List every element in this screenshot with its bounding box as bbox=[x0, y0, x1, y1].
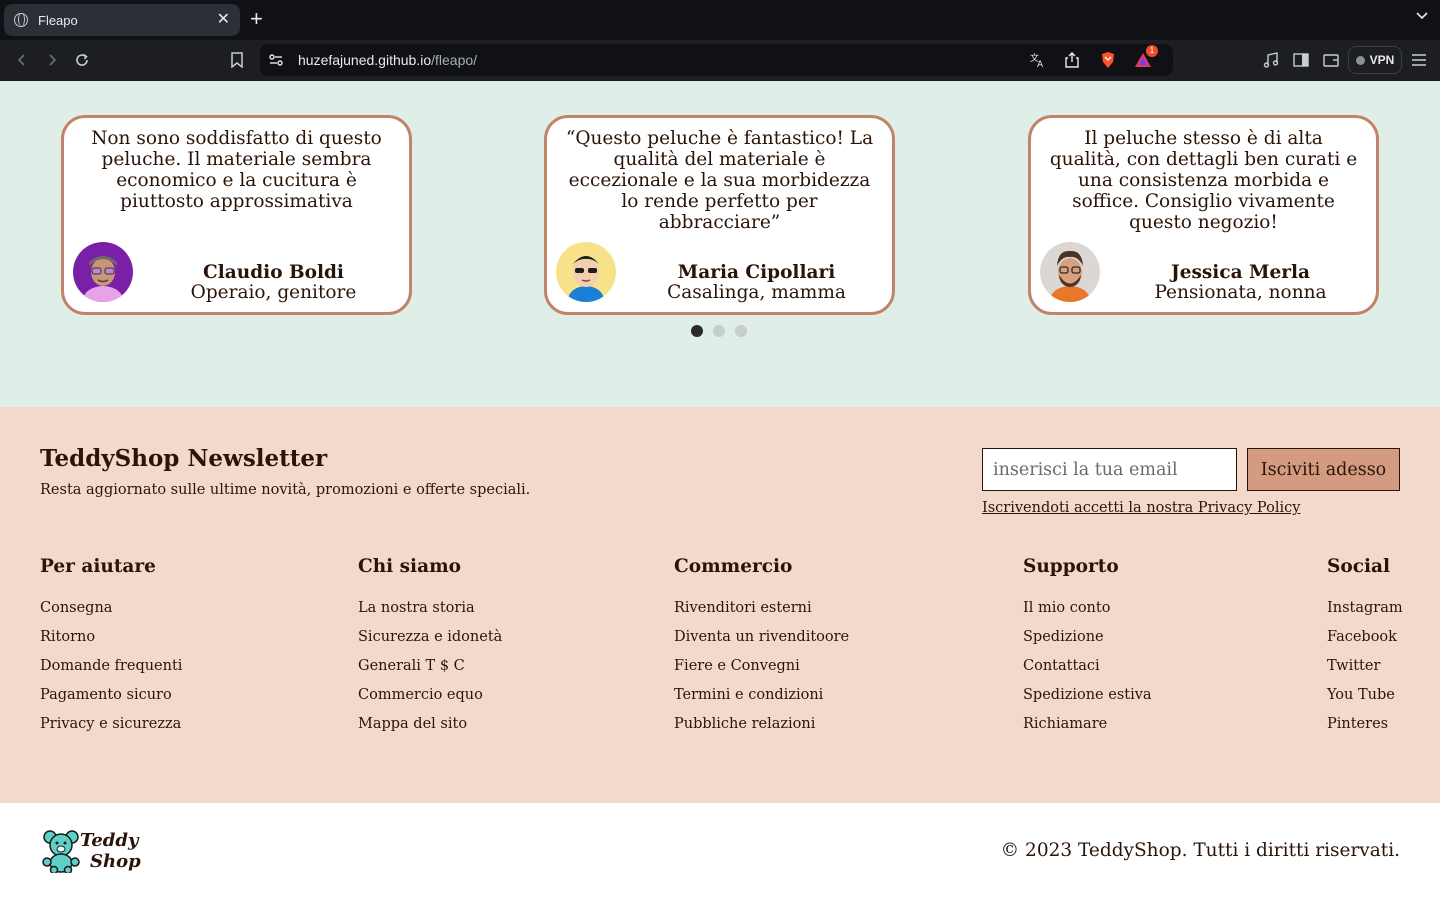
footer-column-title: Per aiutare bbox=[40, 556, 156, 577]
email-input[interactable] bbox=[982, 448, 1237, 491]
tab-title: Fleapo bbox=[38, 12, 78, 28]
browser-tab[interactable]: Fleapo ✕ bbox=[4, 4, 240, 36]
music-icon[interactable] bbox=[1262, 51, 1280, 69]
footer-link[interactable]: Spedizione estiva bbox=[1023, 685, 1152, 714]
footer-link[interactable]: Pagamento sicuro bbox=[40, 685, 182, 714]
testimonial-card: Il peluche stesso è di alta qualità, con… bbox=[1028, 115, 1379, 315]
testimonial-quote: Il peluche stesso è di alta qualità, con… bbox=[1049, 128, 1358, 233]
footer-link[interactable]: Mappa del sito bbox=[358, 714, 502, 743]
testimonial-quote: Non sono soddisfatto di questo peluche. … bbox=[91, 128, 382, 212]
wallet-icon[interactable] bbox=[1322, 51, 1340, 69]
brave-rewards-icon[interactable]: 1 bbox=[1134, 45, 1158, 69]
footer-link[interactable]: Pinteres bbox=[1327, 714, 1403, 743]
teddyshop-logo[interactable]: Teddy Shop bbox=[42, 829, 141, 873]
footer-link[interactable]: Twitter bbox=[1327, 656, 1403, 685]
url-path: /fleapo/ bbox=[431, 52, 478, 68]
footer-link[interactable]: Rivenditori esterni bbox=[674, 598, 849, 627]
footer-link[interactable]: Sicurezza e idonetà bbox=[358, 627, 502, 656]
share-icon[interactable] bbox=[1063, 51, 1081, 69]
address-bar[interactable]: huzefajuned.github.io/fleapo/ 文A 1 bbox=[260, 44, 1173, 76]
footer-column-title: Chi siamo bbox=[358, 556, 461, 577]
bottom-bar: Teddy Shop © 2023 TeddyShop. Tutti i dir… bbox=[0, 803, 1440, 900]
footer-link[interactable]: Privacy e sicurezza bbox=[40, 714, 182, 743]
forward-icon[interactable] bbox=[42, 50, 62, 70]
svg-text:A: A bbox=[1037, 60, 1044, 68]
testimonial-role: Casalinga, mamma bbox=[667, 282, 846, 303]
back-icon[interactable] bbox=[12, 50, 32, 70]
footer-link[interactable]: Termini e condizioni bbox=[674, 685, 849, 714]
footer-column-social: Social Instagram Facebook Twitter You Tu… bbox=[1327, 556, 1403, 743]
footer-link[interactable]: Commercio equo bbox=[358, 685, 502, 714]
logo-line-1: Teddy bbox=[80, 830, 139, 851]
reload-icon[interactable] bbox=[72, 50, 92, 70]
carousel-dot[interactable] bbox=[691, 325, 703, 337]
footer-link[interactable]: Instagram bbox=[1327, 598, 1403, 627]
globe-icon bbox=[14, 13, 28, 27]
browser-tab-strip: Fleapo ✕ + bbox=[0, 0, 1440, 40]
footer-link[interactable]: Ritorno bbox=[40, 627, 182, 656]
carousel-dot[interactable] bbox=[735, 325, 747, 337]
logo-line-2: Shop bbox=[90, 851, 141, 872]
translate-icon[interactable]: 文A bbox=[1029, 51, 1047, 69]
footer-link[interactable]: Domande frequenti bbox=[40, 656, 182, 685]
footer-link[interactable]: Pubbliche relazioni bbox=[674, 714, 849, 743]
new-tab-icon[interactable]: + bbox=[250, 8, 263, 30]
subscribe-button[interactable]: Isciviti adesso bbox=[1247, 448, 1400, 491]
testimonial-role: Pensionata, nonna bbox=[1154, 282, 1327, 303]
footer-link[interactable]: Diventa un rivenditoore bbox=[674, 627, 849, 656]
testimonial-role: Operaio, genitore bbox=[190, 282, 357, 303]
vpn-label: VPN bbox=[1369, 53, 1395, 67]
footer-link[interactable]: Contattaci bbox=[1023, 656, 1152, 685]
url-text[interactable]: huzefajuned.github.io/fleapo/ bbox=[298, 52, 477, 68]
teddy-bear-icon bbox=[42, 830, 80, 873]
browser-toolbar: huzefajuned.github.io/fleapo/ 文A 1 VPN bbox=[0, 40, 1440, 81]
footer-column-support: Supporto Il mio conto Spedizione Contatt… bbox=[1023, 556, 1152, 743]
testimonial-name: Jessica Merla bbox=[1170, 262, 1311, 283]
footer-link[interactable]: Richiamare bbox=[1023, 714, 1152, 743]
privacy-policy-link[interactable]: Iscrivendoti accetti la nostra Privacy P… bbox=[982, 500, 1300, 516]
testimonial-name: Claudio Boldi bbox=[203, 262, 344, 283]
carousel-dots bbox=[691, 325, 747, 337]
footer-column-title: Social bbox=[1327, 556, 1391, 577]
testimonial-card: Non sono soddisfatto di questo peluche. … bbox=[61, 115, 412, 315]
notification-badge: 1 bbox=[1146, 45, 1158, 57]
footer-column-commerce: Commercio Rivenditori esterni Diventa un… bbox=[674, 556, 849, 743]
footer-link[interactable]: You Tube bbox=[1327, 685, 1403, 714]
footer-column-help: Per aiutare Consegna Ritorno Domande fre… bbox=[40, 556, 182, 743]
footer-column-about: Chi siamo La nostra storia Sicurezza e i… bbox=[358, 556, 502, 743]
vpn-button[interactable]: VPN bbox=[1348, 46, 1402, 74]
brave-shields-icon[interactable] bbox=[1099, 51, 1117, 69]
footer-column-title: Supporto bbox=[1023, 556, 1119, 577]
footer-link[interactable]: Facebook bbox=[1327, 627, 1403, 656]
close-tab-icon[interactable]: ✕ bbox=[217, 12, 230, 28]
footer: TeddyShop Newsletter Resta aggiornato su… bbox=[0, 407, 1440, 803]
avatar bbox=[1040, 242, 1100, 302]
testimonial-card: “Questo peluche è fantastico! La qualità… bbox=[544, 115, 895, 315]
footer-link[interactable]: Il mio conto bbox=[1023, 598, 1152, 627]
footer-link[interactable]: Consegna bbox=[40, 598, 182, 627]
url-domain: huzefajuned.github.io bbox=[298, 52, 432, 68]
testimonial-quote: “Questo peluche è fantastico! La qualità… bbox=[565, 128, 874, 233]
bookmark-icon[interactable] bbox=[227, 50, 247, 70]
avatar bbox=[556, 242, 616, 302]
footer-link[interactable]: La nostra storia bbox=[358, 598, 502, 627]
footer-link[interactable]: Generali T $ C bbox=[358, 656, 502, 685]
site-settings-icon[interactable] bbox=[268, 52, 284, 68]
newsletter-subtitle: Resta aggiornato sulle ultime novità, pr… bbox=[40, 482, 531, 498]
logo-wordmark: Teddy Shop bbox=[80, 830, 141, 872]
footer-column-title: Commercio bbox=[674, 556, 793, 577]
menu-icon[interactable] bbox=[1410, 51, 1428, 69]
testimonials-section: Non sono soddisfatto di questo peluche. … bbox=[0, 81, 1440, 407]
newsletter-title: TeddyShop Newsletter bbox=[40, 445, 328, 472]
avatar bbox=[73, 242, 133, 302]
chevron-down-icon[interactable] bbox=[1416, 10, 1428, 22]
footer-link[interactable]: Fiere e Convegni bbox=[674, 656, 849, 685]
testimonial-name: Maria Cipollari bbox=[677, 262, 836, 283]
carousel-dot[interactable] bbox=[713, 325, 725, 337]
footer-link[interactable]: Spedizione bbox=[1023, 627, 1152, 656]
vpn-status-icon bbox=[1355, 55, 1365, 65]
sidebar-icon[interactable] bbox=[1292, 51, 1310, 69]
copyright-text: © 2023 TeddyShop. Tutti i diritti riserv… bbox=[1000, 840, 1400, 861]
